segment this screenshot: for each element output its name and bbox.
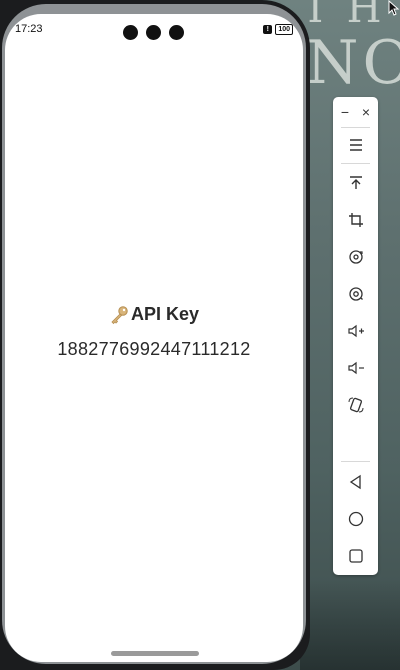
status-icons: ! 100: [263, 24, 293, 35]
toolbar-divider: [341, 163, 370, 164]
api-key-heading: API Key: [5, 304, 303, 325]
back-button[interactable]: [333, 467, 378, 497]
toolbar-divider: [341, 461, 370, 462]
page-title: API Key: [130, 304, 200, 324]
crop-button[interactable]: [333, 205, 378, 235]
camera-cutout: [123, 25, 184, 40]
toolbar-divider: [341, 127, 370, 128]
wallpaper-text-main: NO: [306, 28, 400, 98]
api-key-value: 1882776992447111212: [57, 339, 251, 359]
screenshot-icon: [348, 287, 363, 301]
minimize-button[interactable]: −: [335, 101, 355, 123]
screenshot-button[interactable]: [333, 279, 378, 309]
crop-icon: [348, 213, 363, 227]
phone-frame: 17:23 ! 100 API Key 1882776992447111212: [0, 0, 310, 670]
camera-lens: [146, 25, 161, 40]
home-indicator[interactable]: [111, 651, 199, 656]
camera-lens: [169, 25, 184, 40]
rotate-button[interactable]: [333, 242, 378, 272]
api-key-panel: API Key 1882776992447111212: [5, 304, 303, 360]
menu-button[interactable]: [333, 130, 378, 160]
status-bar: 17:23 ! 100: [5, 14, 303, 44]
phone-screen: 17:23 ! 100 API Key 1882776992447111212: [5, 14, 303, 662]
status-time: 17:23: [15, 23, 43, 35]
recents-button[interactable]: [333, 541, 378, 571]
rotate-device-icon: [348, 397, 363, 413]
pin-top-button[interactable]: [333, 168, 378, 198]
recents-icon: [348, 549, 363, 563]
key-icon: [111, 305, 128, 324]
pin-top-icon: [349, 176, 362, 189]
wallpaper-shadow: [300, 580, 400, 670]
close-button[interactable]: ×: [356, 101, 376, 123]
volume-down-button[interactable]: [333, 353, 378, 383]
camera-lens: [123, 25, 138, 40]
volume-up-icon: [347, 324, 364, 338]
volume-down-icon: [347, 361, 364, 375]
rotate-icon: [348, 250, 363, 264]
battery-indicator: 100: [275, 24, 293, 35]
back-icon: [349, 474, 361, 490]
home-button[interactable]: [333, 504, 378, 534]
notification-icon: !: [263, 25, 273, 34]
home-icon: [348, 511, 363, 527]
menu-icon: [349, 139, 362, 151]
volume-up-button[interactable]: [333, 316, 378, 346]
rotate-device-button[interactable]: [333, 390, 378, 420]
emulator-toolbar: − ×: [333, 97, 378, 575]
mouse-cursor-icon: [388, 0, 400, 16]
